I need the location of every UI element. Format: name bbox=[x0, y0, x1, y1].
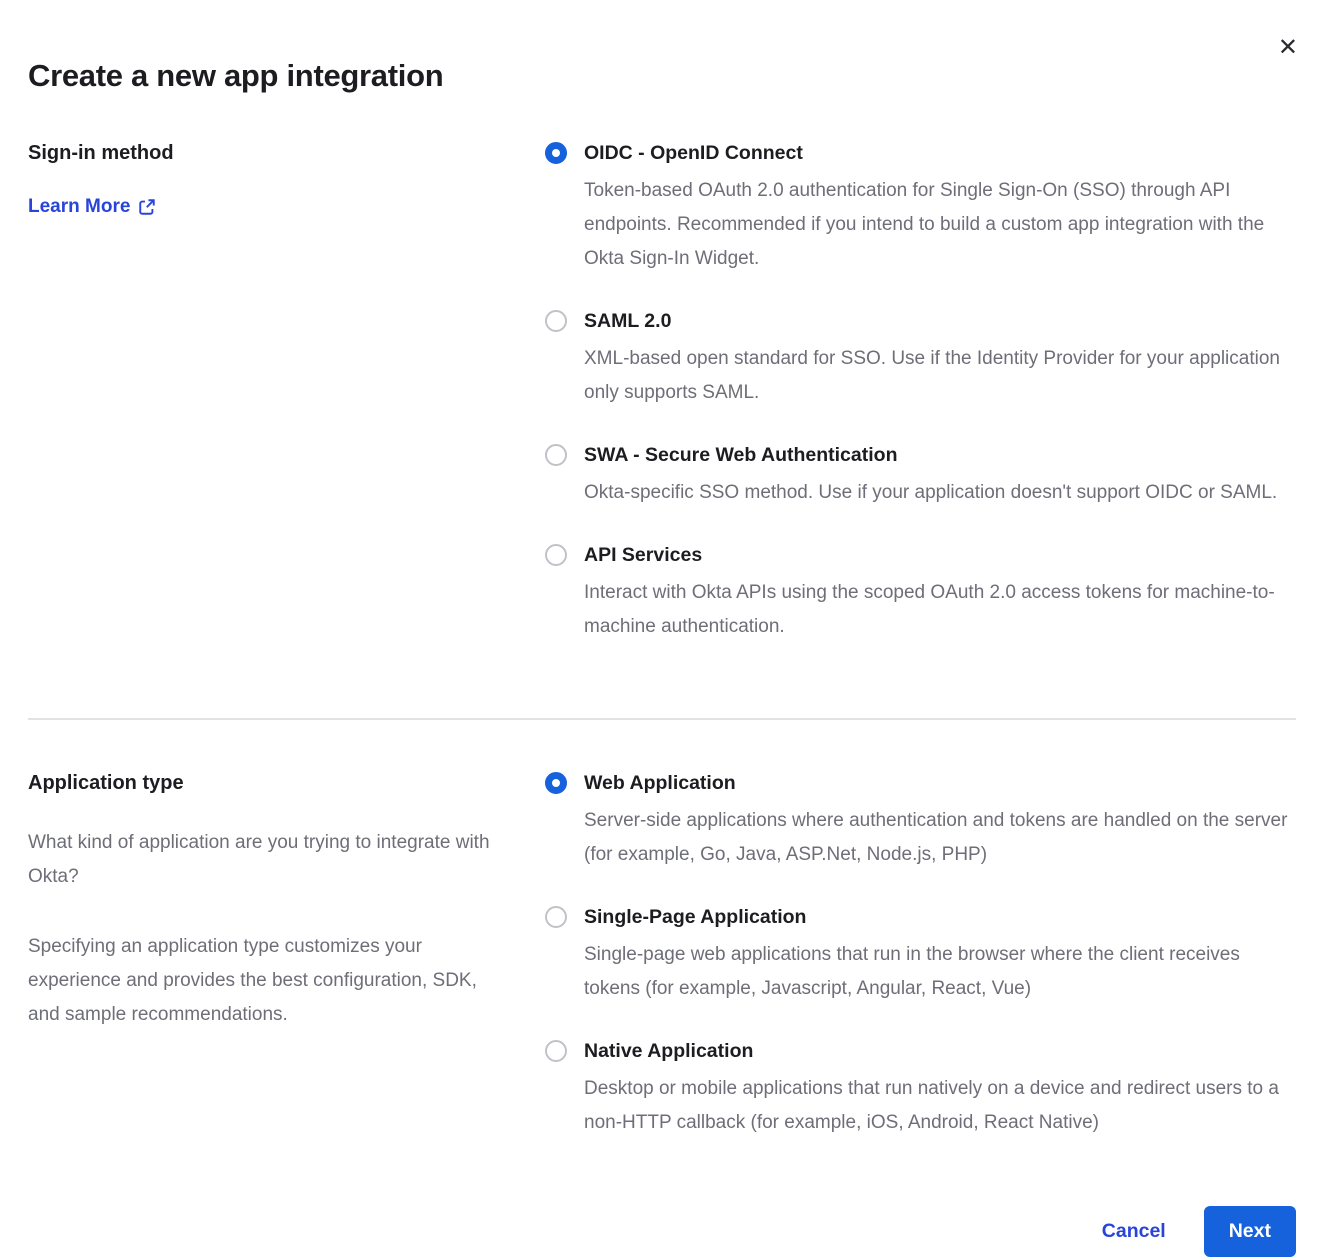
next-button[interactable]: Next bbox=[1204, 1206, 1296, 1257]
radio-button[interactable] bbox=[545, 906, 567, 928]
apptype-option-web-radio[interactable]: Web Application bbox=[545, 770, 1296, 797]
signin-option-saml: SAML 2.0 XML-based open standard for SSO… bbox=[545, 308, 1296, 410]
radio-description: XML-based open standard for SSO. Use if … bbox=[584, 342, 1296, 410]
apptype-option-native: Native Application Desktop or mobile app… bbox=[545, 1038, 1296, 1140]
radio-label[interactable]: SWA - Secure Web Authentication bbox=[584, 442, 897, 469]
application-type-question: What kind of application are you trying … bbox=[28, 826, 505, 894]
learn-more-link[interactable]: Learn More bbox=[28, 196, 156, 218]
signin-option-oidc: OIDC - OpenID Connect Token-based OAuth … bbox=[545, 140, 1296, 276]
apptype-option-native-radio[interactable]: Native Application bbox=[545, 1038, 1296, 1065]
application-type-section: Application type What kind of applicatio… bbox=[28, 770, 1296, 1140]
radio-label[interactable]: SAML 2.0 bbox=[584, 308, 671, 335]
apptype-option-spa-radio[interactable]: Single-Page Application bbox=[545, 904, 1296, 931]
radio-description: Single-page web applications that run in… bbox=[584, 938, 1296, 1006]
application-type-explainer: Specifying an application type customize… bbox=[28, 930, 505, 1032]
radio-button[interactable] bbox=[545, 444, 567, 466]
radio-description: Okta-specific SSO method. Use if your ap… bbox=[584, 476, 1296, 510]
dialog-footer: Cancel Next bbox=[28, 1206, 1296, 1257]
signin-method-label: Sign-in method bbox=[28, 140, 505, 166]
application-type-label: Application type bbox=[28, 770, 505, 796]
radio-label[interactable]: Native Application bbox=[584, 1038, 753, 1065]
radio-description: Interact with Okta APIs using the scoped… bbox=[584, 576, 1296, 644]
signin-option-oidc-radio[interactable]: OIDC - OpenID Connect bbox=[545, 140, 1296, 167]
radio-label[interactable]: Web Application bbox=[584, 770, 736, 797]
section-divider bbox=[28, 718, 1296, 720]
apptype-option-web: Web Application Server-side applications… bbox=[545, 770, 1296, 872]
radio-button[interactable] bbox=[545, 142, 567, 164]
radio-button[interactable] bbox=[545, 1040, 567, 1062]
page-title: Create a new app integration bbox=[28, 58, 1296, 94]
learn-more-label: Learn More bbox=[28, 196, 130, 218]
radio-button[interactable] bbox=[545, 772, 567, 794]
radio-label[interactable]: Single-Page Application bbox=[584, 904, 806, 931]
signin-option-api-services: API Services Interact with Okta APIs usi… bbox=[545, 542, 1296, 644]
signin-method-section: Sign-in method Learn More OIDC - OpenID … bbox=[28, 140, 1296, 644]
radio-label[interactable]: API Services bbox=[584, 542, 702, 569]
signin-option-saml-radio[interactable]: SAML 2.0 bbox=[545, 308, 1296, 335]
signin-option-swa-radio[interactable]: SWA - Secure Web Authentication bbox=[545, 442, 1296, 469]
radio-button[interactable] bbox=[545, 310, 567, 332]
apptype-option-spa: Single-Page Application Single-page web … bbox=[545, 904, 1296, 1006]
create-app-integration-dialog: ✕ Create a new app integration Sign-in m… bbox=[0, 0, 1332, 1210]
signin-option-api-services-radio[interactable]: API Services bbox=[545, 542, 1296, 569]
radio-button[interactable] bbox=[545, 544, 567, 566]
radio-description: Desktop or mobile applications that run … bbox=[584, 1072, 1296, 1140]
close-icon[interactable]: ✕ bbox=[1278, 36, 1298, 60]
radio-description: Token-based OAuth 2.0 authentication for… bbox=[584, 174, 1296, 276]
radio-description: Server-side applications where authentic… bbox=[584, 804, 1296, 872]
external-link-icon bbox=[138, 198, 156, 216]
radio-label[interactable]: OIDC - OpenID Connect bbox=[584, 140, 803, 167]
signin-option-swa: SWA - Secure Web Authentication Okta-spe… bbox=[545, 442, 1296, 510]
cancel-button[interactable]: Cancel bbox=[1102, 1220, 1166, 1243]
